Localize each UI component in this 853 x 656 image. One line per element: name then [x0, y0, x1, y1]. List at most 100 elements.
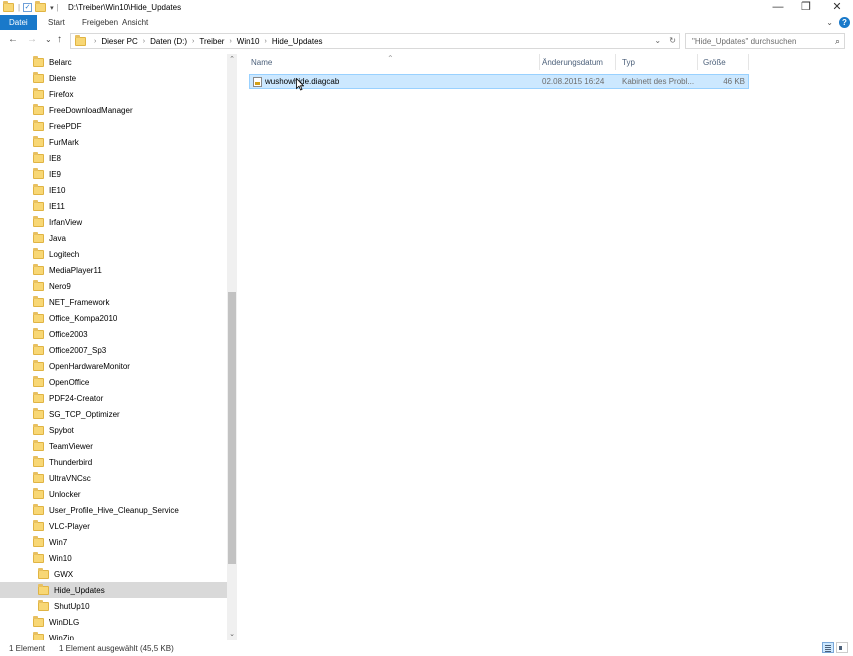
folder-icon: [33, 263, 44, 275]
help-icon[interactable]: ?: [839, 17, 850, 28]
tree-item-label: VLC-Player: [49, 521, 90, 531]
properties-icon[interactable]: ✓: [23, 3, 33, 12]
status-item-count: 1 Element: [9, 644, 46, 653]
tree-item[interactable]: Thunderbird: [0, 454, 227, 470]
tree-item[interactable]: Win7: [0, 534, 227, 550]
tree-item[interactable]: SG_TCP_Optimizer: [0, 406, 227, 422]
folder-icon: [33, 247, 44, 259]
tree-item[interactable]: Firefox: [0, 86, 227, 102]
tree-item[interactable]: IE10: [0, 182, 227, 198]
tree-item[interactable]: ShutUp10: [0, 598, 227, 614]
tree-item[interactable]: WinDLG: [0, 614, 227, 630]
tree-item-label: Win10: [49, 553, 72, 563]
tree-item[interactable]: IE11: [0, 198, 227, 214]
divider: |: [56, 3, 59, 12]
tree-item[interactable]: Office2003: [0, 326, 227, 342]
restore-button[interactable]: ❐: [791, 0, 821, 15]
tree-item[interactable]: UltraVNCsc: [0, 470, 227, 486]
tree-item[interactable]: Nero9: [0, 278, 227, 294]
chevron-right-icon: ›: [142, 38, 146, 45]
tree-item[interactable]: User_Profile_Hive_Cleanup_Service: [0, 502, 227, 518]
nav-scrollbar[interactable]: ⌃ ⌄: [227, 54, 237, 640]
tree-item[interactable]: GWX: [0, 566, 227, 582]
status-bar: 1 Element 1 Element ausgewählt (45,5 KB): [0, 640, 853, 656]
customize-qa-icon[interactable]: ▾: [50, 4, 54, 12]
tree-item[interactable]: OpenHardwareMonitor: [0, 358, 227, 374]
folder-icon: [33, 119, 44, 131]
tree-item-label: FreePDF: [49, 121, 82, 131]
breadcrumb-hide-updates[interactable]: Hide_Updates: [272, 37, 323, 46]
scroll-thumb[interactable]: [228, 292, 236, 564]
tree-item[interactable]: FreePDF: [0, 118, 227, 134]
tab-start[interactable]: Start: [40, 15, 73, 30]
ribbon-expand-icon[interactable]: ⌄: [826, 18, 833, 27]
breadcrumb-daten[interactable]: Daten (D:): [150, 37, 187, 46]
tree-item[interactable]: Dienste: [0, 70, 227, 86]
folder-icon: [33, 231, 44, 243]
tree-item-label: GWX: [54, 569, 74, 579]
large-icons-view-button[interactable]: [836, 642, 848, 653]
tree-item[interactable]: Java: [0, 230, 227, 246]
folder-icon: [33, 535, 44, 547]
breadcrumb-dieser-pc[interactable]: Dieser PC: [101, 37, 137, 46]
search-icon[interactable]: ⌕: [835, 36, 840, 47]
tree-item[interactable]: IrfanView: [0, 214, 227, 230]
folder-icon: [75, 35, 86, 46]
details-view-button[interactable]: [822, 642, 834, 653]
minimize-button[interactable]: —: [763, 0, 793, 15]
tree-item-label: Office2007_Sp3: [49, 345, 107, 355]
scroll-down-icon[interactable]: ⌄: [228, 631, 236, 639]
tree-item-label: UltraVNCsc: [49, 473, 91, 483]
tab-ansicht[interactable]: Ansicht: [114, 15, 156, 30]
tree-item[interactable]: Office_Kompa2010: [0, 310, 227, 326]
tree-item-label: User_Profile_Hive_Cleanup_Service: [49, 505, 179, 515]
tree-item[interactable]: VLC-Player: [0, 518, 227, 534]
tree-item[interactable]: Win10: [0, 550, 227, 566]
column-type[interactable]: Typ: [616, 54, 698, 70]
tab-datei[interactable]: Datei: [0, 15, 37, 30]
recent-locations-icon[interactable]: ⌄: [45, 35, 52, 44]
tree-item[interactable]: Belarc: [0, 54, 227, 70]
folder-icon: [33, 71, 44, 83]
breadcrumb-treiber[interactable]: Treiber: [199, 37, 224, 46]
tree-item[interactable]: FurMark: [0, 134, 227, 150]
file-date: 02.08.2015 16:24: [542, 77, 605, 86]
search-input[interactable]: "Hide_Updates" durchsuchen: [692, 37, 796, 46]
tree-item[interactable]: IE9: [0, 166, 227, 182]
folder-icon: [33, 103, 44, 115]
tree-item[interactable]: Spybot: [0, 422, 227, 438]
forward-button[interactable]: →: [27, 34, 37, 45]
scroll-up-icon[interactable]: ⌃: [228, 56, 236, 64]
window-title: D:\Treiber\Win10\Hide_Updates: [68, 3, 182, 12]
tree-item[interactable]: IE8: [0, 150, 227, 166]
address-dropdown-icon[interactable]: ⌄: [654, 36, 661, 45]
tree-item[interactable]: OpenOffice: [0, 374, 227, 390]
tree-item[interactable]: Hide_Updates: [0, 582, 227, 598]
up-button[interactable]: ↑: [57, 34, 62, 45]
column-date[interactable]: Änderungsdatum: [536, 54, 616, 70]
file-row[interactable]: wushowhide.diagcab 02.08.2015 16:24 Kabi…: [249, 74, 749, 89]
tree-item[interactable]: PDF24-Creator: [0, 390, 227, 406]
sort-ascending-icon: ⌃: [387, 54, 394, 63]
back-button[interactable]: ←: [8, 34, 18, 45]
folder-icon: [33, 343, 44, 355]
tree-item[interactable]: Unlocker: [0, 486, 227, 502]
address-bar[interactable]: › Dieser PC › Daten (D:) › Treiber › Win…: [70, 33, 680, 49]
refresh-icon[interactable]: ↻: [669, 36, 676, 45]
tree-item[interactable]: NET_Framework: [0, 294, 227, 310]
new-folder-icon[interactable]: [35, 1, 47, 12]
column-size[interactable]: Größe: [697, 54, 749, 70]
breadcrumb-win10[interactable]: Win10: [237, 37, 260, 46]
tree-item[interactable]: Logitech: [0, 246, 227, 262]
tree-item[interactable]: FreeDownloadManager: [0, 102, 227, 118]
tree-item-label: Nero9: [49, 281, 71, 291]
search-box[interactable]: "Hide_Updates" durchsuchen ⌕: [685, 33, 845, 49]
tree-item-label: SG_TCP_Optimizer: [49, 409, 120, 419]
close-button[interactable]: ✕: [822, 0, 852, 15]
tree-item[interactable]: WinZip: [0, 630, 227, 640]
tree-item[interactable]: Office2007_Sp3: [0, 342, 227, 358]
tree-item[interactable]: MediaPlayer11: [0, 262, 227, 278]
mouse-cursor-icon: [296, 78, 304, 91]
folder-icon: [33, 135, 44, 147]
tree-item[interactable]: TeamViewer: [0, 438, 227, 454]
